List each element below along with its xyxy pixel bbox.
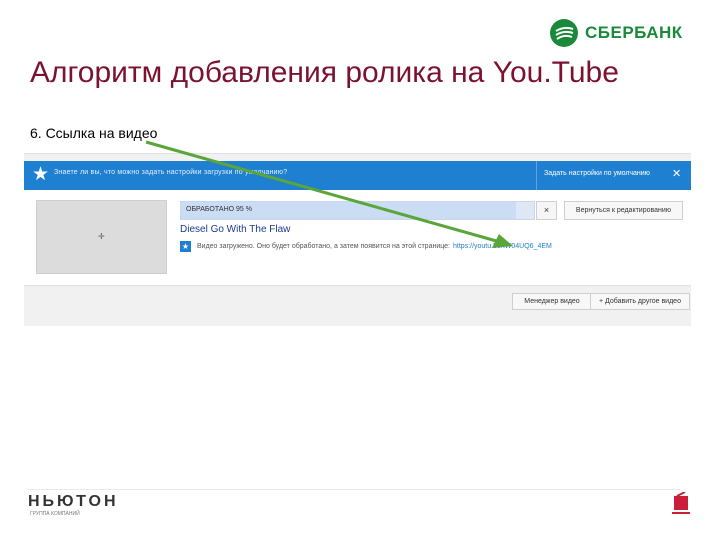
star-icon: ★ bbox=[32, 164, 50, 185]
back-to-edit-button[interactable]: Вернуться к редактированию bbox=[564, 201, 683, 220]
upload-info-row: ★ Видео загружено. Оно будет обработано,… bbox=[180, 241, 552, 252]
video-link[interactable]: https://youtu.be/tW04UQ6_4EM bbox=[453, 243, 552, 250]
upload-screenshot: ★ Знаете ли вы, что можно задать настрой… bbox=[24, 153, 691, 326]
logo-text: СБЕРБАНК bbox=[585, 23, 683, 42]
video-thumbnail: ✛ bbox=[36, 200, 167, 274]
footer-brand: НЬЮТОН bbox=[28, 493, 119, 510]
set-defaults-link[interactable]: Задать настройки по умолчанию bbox=[544, 170, 650, 177]
progress-bar: ОБРАБОТАНО 95 % bbox=[180, 201, 535, 220]
upload-card: ✛ ОБРАБОТАНО 95 % × Вернуться к редактир… bbox=[24, 190, 691, 286]
slide-title: Алгоритм добавления ролика на You.Tube bbox=[30, 56, 619, 89]
defaults-notice-bar: ★ Знаете ли вы, что можно задать настрой… bbox=[24, 161, 691, 190]
cursor-icon: ✛ bbox=[98, 232, 105, 241]
close-icon[interactable]: ✕ bbox=[672, 167, 681, 180]
sberbank-logo: СБЕРБАНК bbox=[549, 18, 683, 48]
sberbank-logo-icon bbox=[550, 19, 578, 47]
notice-text: Знаете ли вы, что можно задать настройки… bbox=[54, 169, 288, 176]
video-title[interactable]: Diesel Go With The Flaw bbox=[180, 224, 290, 235]
footer-divider bbox=[27, 489, 680, 490]
progress-label: ОБРАБОТАНО 95 % bbox=[186, 206, 252, 213]
document-icon bbox=[672, 492, 690, 514]
add-another-video-button[interactable]: + Добавить другое видео bbox=[590, 293, 690, 310]
star-icon: ★ bbox=[180, 241, 191, 252]
divider bbox=[536, 161, 537, 190]
video-manager-button[interactable]: Менеджер видео bbox=[512, 293, 592, 310]
upload-info-text: Видео загружено. Оно будет обработано, а… bbox=[197, 243, 451, 250]
slide-subtitle: 6. Ссылка на видео bbox=[30, 125, 158, 141]
cancel-upload-button[interactable]: × bbox=[536, 201, 557, 220]
footer-tagline: ГРУППА КОМПАНИЙ bbox=[30, 511, 80, 517]
